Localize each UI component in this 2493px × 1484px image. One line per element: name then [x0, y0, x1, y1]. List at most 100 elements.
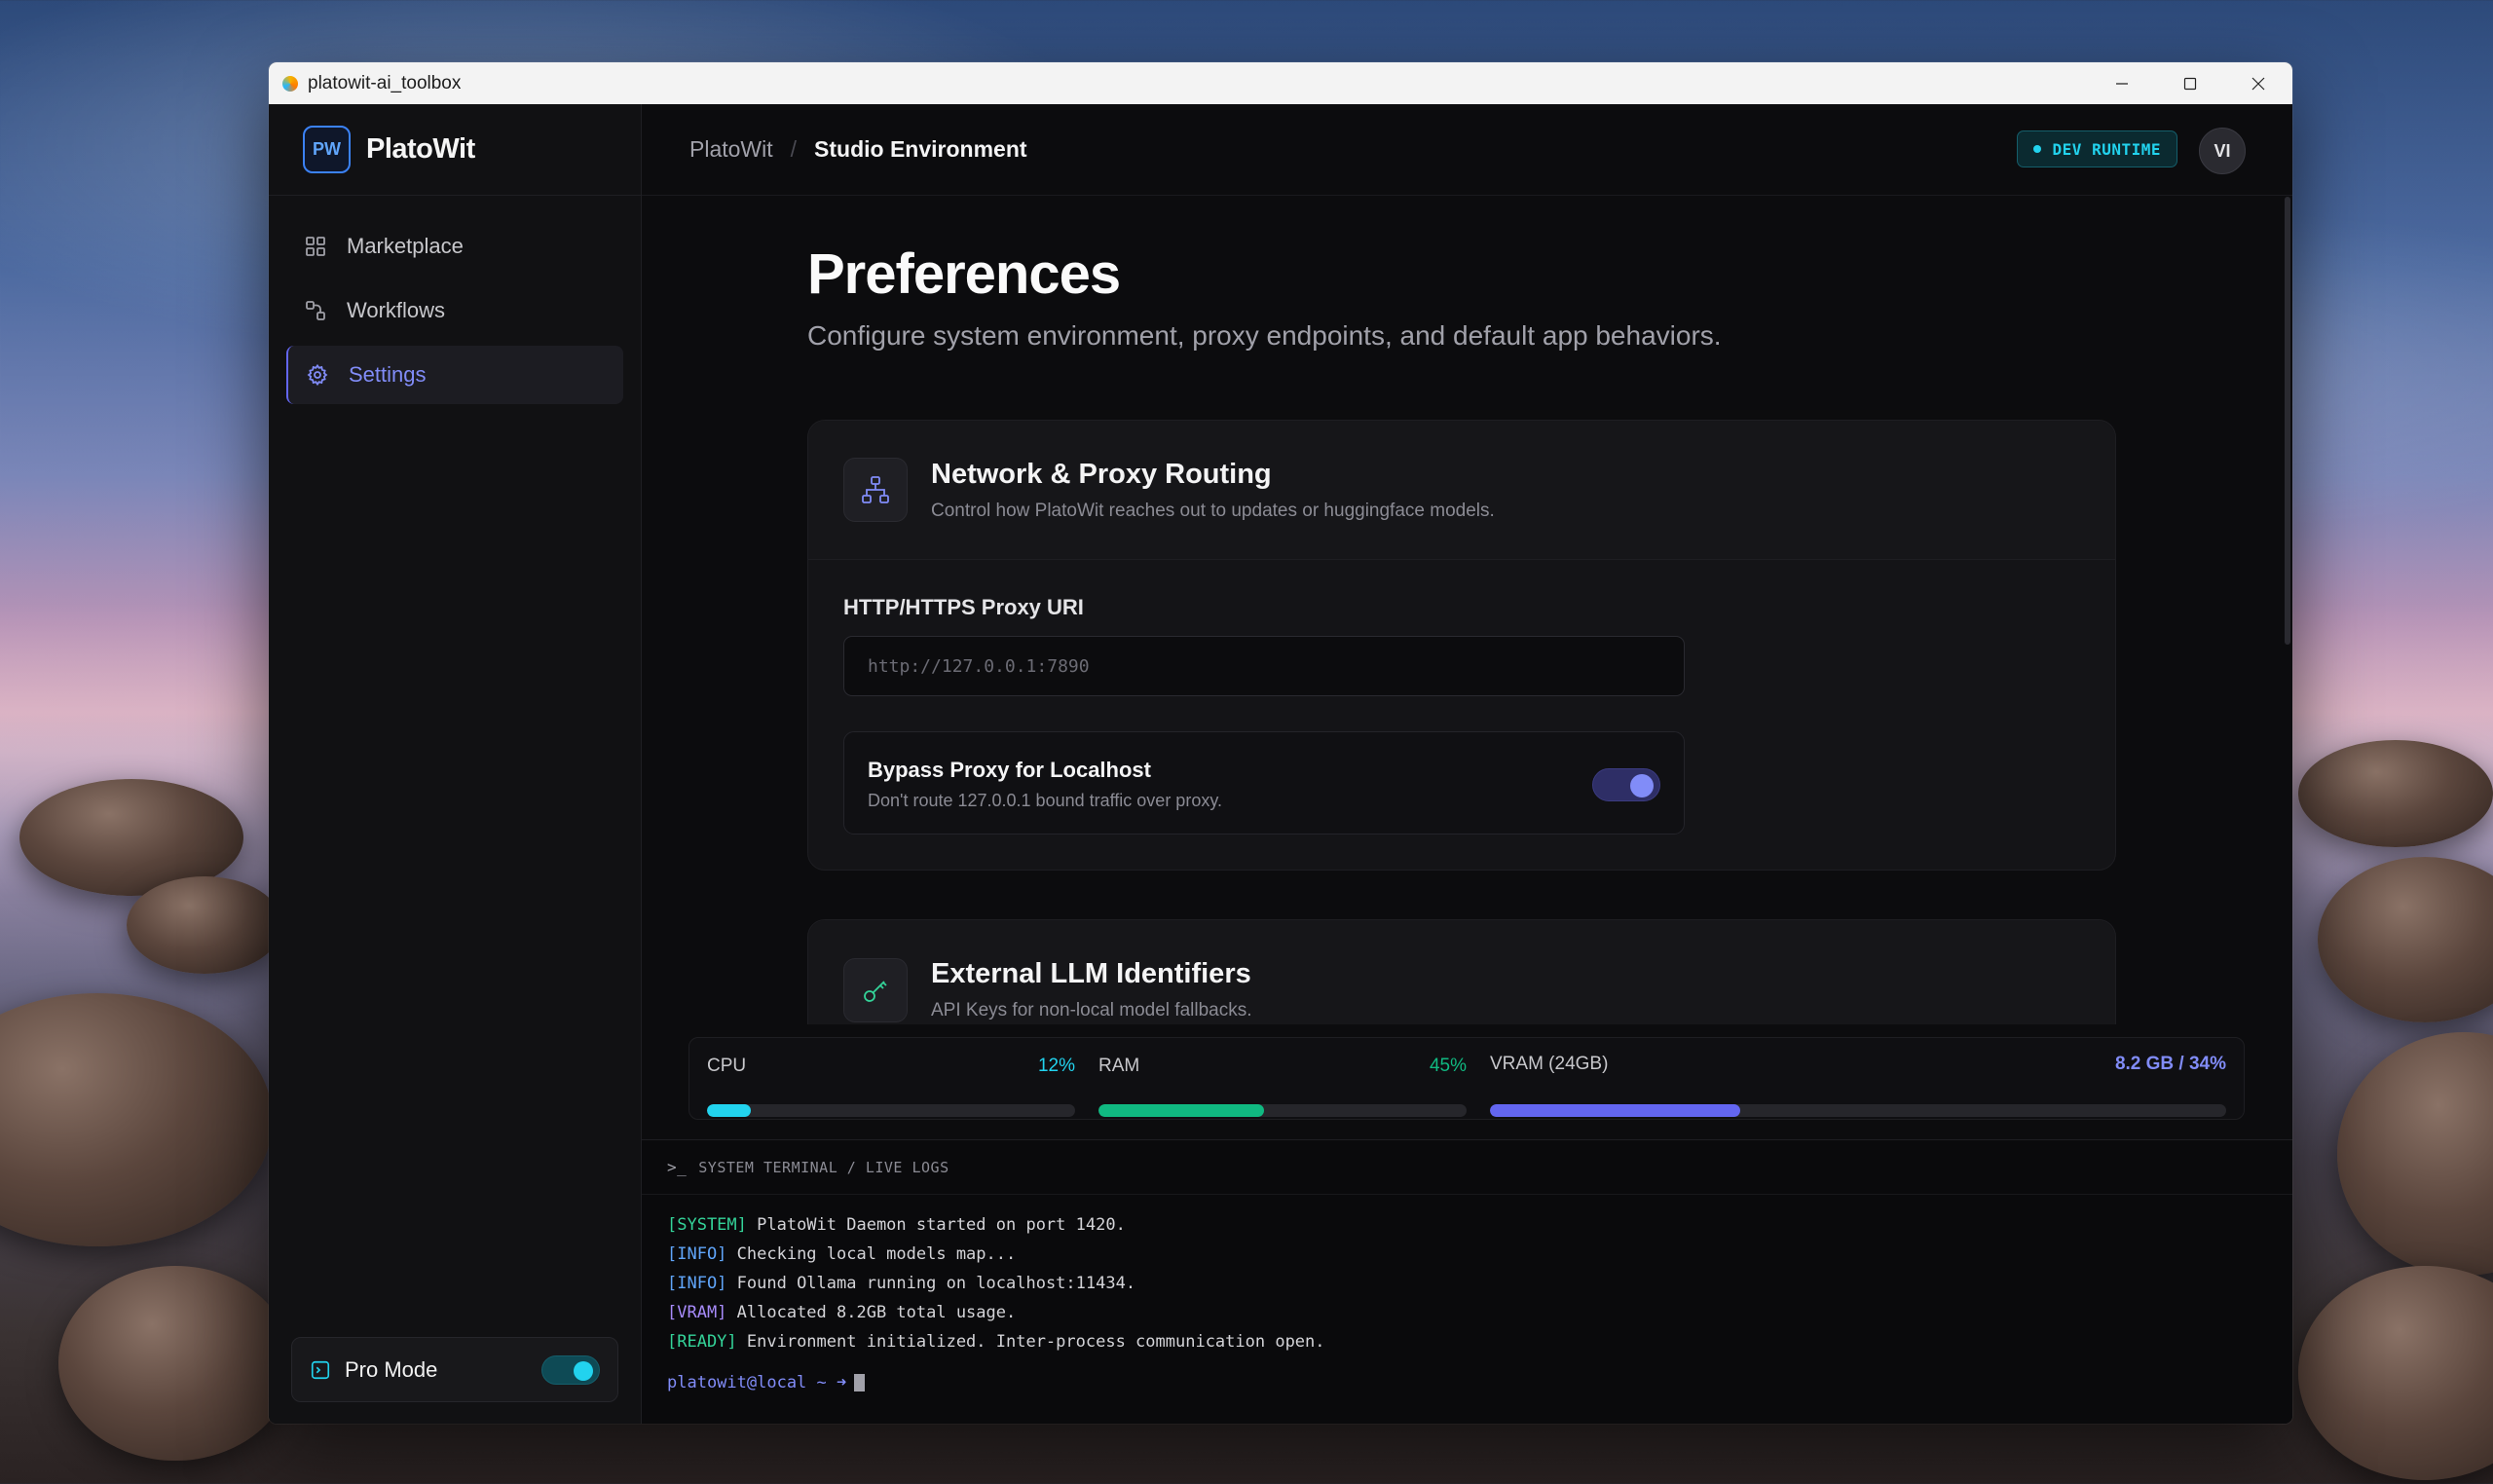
network-proxy-card: Network & Proxy Routing Control how Plat… [807, 420, 2116, 871]
background-rock [127, 876, 282, 974]
log-tag: [INFO] [667, 1274, 727, 1293]
log-line: [READY] Environment initialized. Inter-p… [667, 1327, 2267, 1356]
bypass-proxy-toggle[interactable] [1592, 768, 1660, 801]
vram-value: 8.2 GB / 34% [2114, 1054, 2226, 1074]
page-title: Preferences [807, 242, 1121, 306]
scrollbar-thumb[interactable] [2285, 197, 2290, 645]
log-tag: [READY] [667, 1332, 737, 1352]
background-rock [0, 993, 273, 1246]
grid-icon [306, 237, 325, 256]
key-icon [864, 980, 887, 1002]
log-tag: [SYSTEM] [667, 1215, 747, 1235]
sidebar: PW PlatoWit Marketplace Workflows Settin… [269, 104, 642, 1424]
app-window: platowit-ai_toolbox PW PlatoWit Marketpl… [269, 62, 2292, 1424]
log-text: Environment initialized. Inter-process c… [736, 1332, 1325, 1352]
maximize-icon [2183, 77, 2197, 90]
bypass-proxy-description: Don't route 127.0.0.1 bound traffic over… [868, 791, 1222, 810]
card-icon-box [843, 957, 908, 1022]
terminal-prompt: platowit@local ~ ➜ [667, 1373, 847, 1392]
card-subtitle: Control how PlatoWit reaches out to upda… [931, 500, 1495, 521]
card-body: HTTP/HTTPS Proxy URI http://127.0.0.1:78… [808, 560, 2115, 870]
ram-bar-fill [1098, 1104, 1265, 1117]
toggle-knob [574, 1361, 593, 1381]
log-line: [VRAM] Allocated 8.2GB total usage. [667, 1298, 2267, 1327]
sidebar-item-workflows[interactable]: Workflows [286, 281, 623, 340]
llm-identifiers-card: External LLM Identifiers API Keys for no… [807, 919, 2116, 1024]
vram-bar [1490, 1104, 2226, 1117]
system-terminal: >_ SYSTEM TERMINAL / LIVE LOGS [SYSTEM] … [642, 1139, 2292, 1424]
background-rock [58, 1266, 292, 1461]
card-title: External LLM Identifiers [931, 958, 1251, 989]
ram-stat: RAM 45% [1098, 1056, 1467, 1117]
content-scrollbar[interactable] [2283, 197, 2292, 1024]
avatar[interactable]: VI [2199, 128, 2246, 174]
runtime-badge: DEV RUNTIME [2016, 130, 2177, 167]
terminal-input[interactable]: platowit@local ~ ➜ [667, 1368, 2267, 1397]
proxy-uri-label: HTTP/HTTPS Proxy URI [843, 595, 1084, 619]
sidebar-item-label: Marketplace [347, 234, 464, 258]
brand-name: PlatoWit [366, 133, 475, 165]
maximize-button[interactable] [2156, 62, 2224, 104]
proxy-uri-input[interactable]: http://127.0.0.1:7890 [843, 636, 1685, 696]
breadcrumb-separator: / [790, 136, 798, 162]
close-icon [2251, 77, 2265, 90]
cpu-stat: CPU 12% [707, 1056, 1075, 1117]
card-header: Network & Proxy Routing Control how Plat… [808, 421, 2115, 560]
terminal-log: [SYSTEM] PlatoWit Daemon started on port… [642, 1195, 2292, 1397]
log-text: Checking local models map... [726, 1244, 1017, 1264]
close-button[interactable] [2224, 62, 2292, 104]
background-rock [2337, 1032, 2493, 1276]
workflow-icon [306, 301, 325, 320]
terminal-header: >_ SYSTEM TERMINAL / LIVE LOGS [642, 1140, 2292, 1195]
cpu-bar-fill [707, 1104, 752, 1117]
log-text: Allocated 8.2GB total usage. [726, 1303, 1017, 1322]
bypass-proxy-title: Bypass Proxy for Localhost [868, 758, 1151, 782]
window-controls [2088, 62, 2292, 104]
card-header: External LLM Identifiers API Keys for no… [808, 920, 2115, 1024]
minimize-button[interactable] [2088, 62, 2156, 104]
cpu-value: 12% [1037, 1056, 1075, 1076]
cpu-bar [707, 1104, 1075, 1117]
sidebar-nav: Marketplace Workflows Settings [269, 196, 641, 431]
app-icon [282, 75, 298, 92]
log-tag: [VRAM] [667, 1303, 727, 1322]
terminal-cursor [854, 1374, 866, 1391]
card-text: External LLM Identifiers API Keys for no… [931, 958, 1252, 1021]
pro-mode-card: Pro Mode [291, 1337, 618, 1402]
top-bar: PlatoWit / Studio Environment DEV RUNTIM… [642, 104, 2292, 196]
settings-content: Preferences Configure system environment… [642, 197, 2283, 1024]
page-subtitle: Configure system environment, proxy endp… [807, 320, 1722, 351]
app-body: PW PlatoWit Marketplace Workflows Settin… [269, 104, 2292, 1424]
vram-label: VRAM (24GB) [1490, 1054, 1609, 1074]
breadcrumb-root[interactable]: PlatoWit [689, 136, 773, 163]
log-line: [INFO] Found Ollama running on localhost… [667, 1269, 2267, 1298]
terminal-prompt-icon: >_ [667, 1158, 688, 1176]
terminal-header-label: SYSTEM TERMINAL / LIVE LOGS [698, 1158, 949, 1176]
log-line: [INFO] Checking local models map... [667, 1240, 2267, 1269]
status-dot-icon [2032, 145, 2041, 153]
sidebar-item-settings[interactable]: Settings [286, 346, 623, 404]
brand-logo: PW [303, 126, 351, 173]
sidebar-item-label: Settings [349, 362, 427, 387]
log-text: PlatoWit Daemon started on port 1420. [746, 1215, 1126, 1235]
gear-icon [307, 363, 328, 387]
minimize-icon [2116, 82, 2128, 85]
breadcrumb-current: Studio Environment [814, 136, 1027, 162]
ram-value: 45% [1429, 1056, 1467, 1076]
network-icon [862, 476, 889, 503]
toggle-knob [1630, 774, 1654, 798]
brand: PW PlatoWit [269, 104, 641, 196]
title-bar: platowit-ai_toolbox [269, 62, 2292, 104]
log-tag: [INFO] [667, 1244, 727, 1264]
bypass-proxy-row: Bypass Proxy for Localhost Don't route 1… [843, 731, 1685, 835]
pro-mode-toggle[interactable] [541, 1355, 600, 1385]
pro-mode-label: Pro Mode [345, 1356, 438, 1382]
sidebar-item-marketplace[interactable]: Marketplace [286, 217, 623, 276]
card-icon-box [843, 458, 908, 522]
runtime-badge-label: DEV RUNTIME [2052, 139, 2161, 159]
card-text: Network & Proxy Routing Control how Plat… [931, 459, 1495, 522]
cpu-label: CPU [707, 1056, 747, 1076]
vram-bar-fill [1490, 1104, 1741, 1117]
vram-stat: VRAM (24GB) 8.2 GB / 34% [1490, 1054, 2226, 1117]
background-rock [2298, 740, 2493, 847]
